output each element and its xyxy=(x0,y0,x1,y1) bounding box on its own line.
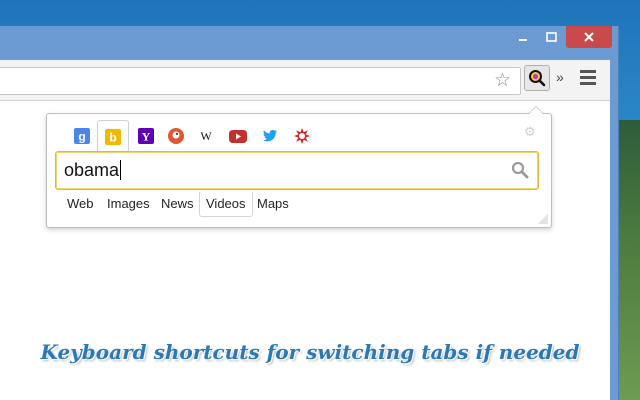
title-bar[interactable] xyxy=(0,26,618,60)
browser-toolbar: ☆ » xyxy=(0,60,610,101)
svg-text:g: g xyxy=(78,130,85,144)
duckduckgo-icon[interactable] xyxy=(161,120,191,152)
bing-icon[interactable]: b xyxy=(97,120,129,153)
svg-text:b: b xyxy=(109,131,116,145)
tab-videos[interactable]: Videos xyxy=(199,192,253,217)
yelp-icon[interactable] xyxy=(287,120,317,152)
svg-text:W: W xyxy=(200,129,212,143)
twitter-icon[interactable] xyxy=(255,120,285,152)
maximize-icon[interactable] xyxy=(538,26,564,48)
search-query-text: obama xyxy=(64,160,120,180)
close-icon[interactable] xyxy=(566,26,612,48)
search-icon[interactable] xyxy=(511,161,529,184)
tab-news[interactable]: News xyxy=(155,192,200,216)
resize-grip[interactable] xyxy=(538,214,548,224)
bookmark-star-icon[interactable]: ☆ xyxy=(494,71,511,91)
google-icon[interactable]: g xyxy=(67,120,97,152)
svg-text:Y: Y xyxy=(142,130,151,144)
wikipedia-icon[interactable]: W xyxy=(191,120,221,152)
search-extension-icon[interactable] xyxy=(524,65,550,91)
promo-tagline: Keyboard shortcuts for switching tabs if… xyxy=(40,340,580,364)
minimize-icon[interactable] xyxy=(510,26,536,48)
tab-web[interactable]: Web xyxy=(61,192,100,216)
address-bar[interactable]: ☆ xyxy=(0,67,521,95)
yahoo-icon[interactable]: Y xyxy=(131,120,161,152)
youtube-icon[interactable] xyxy=(223,120,253,152)
chrome-menu-icon[interactable] xyxy=(580,70,596,88)
settings-gear-icon[interactable]: ⚙ xyxy=(524,124,536,140)
search-popup: g b Y W ⚙ obama Web Images News Videos M… xyxy=(46,106,552,228)
tab-images[interactable]: Images xyxy=(101,192,156,216)
search-input[interactable]: obama xyxy=(55,151,539,190)
extensions-overflow-icon[interactable]: » xyxy=(556,69,564,85)
tab-maps[interactable]: Maps xyxy=(251,192,295,216)
text-caret xyxy=(120,160,122,180)
